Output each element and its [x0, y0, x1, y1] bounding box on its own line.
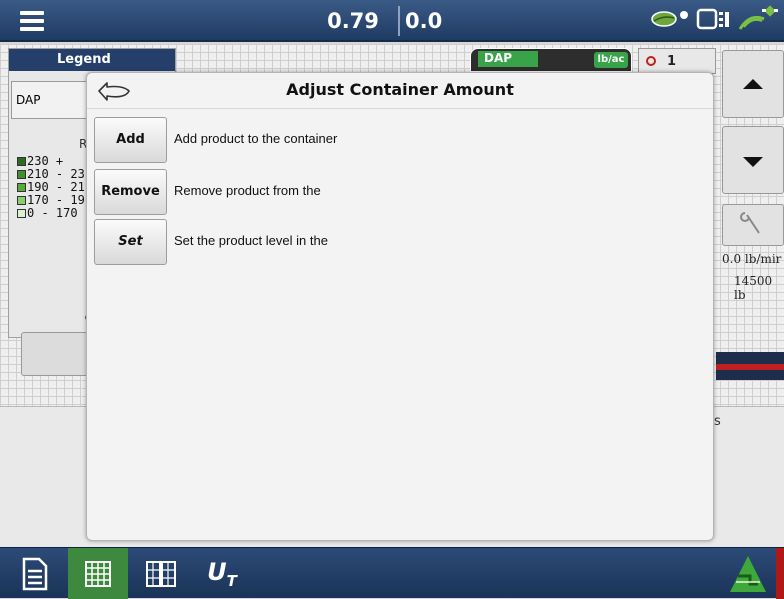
status-icons — [650, 5, 778, 37]
readout-divider — [398, 6, 400, 36]
field-button[interactable] — [722, 548, 774, 599]
remove-button[interactable]: Remove — [94, 169, 167, 215]
scroll-up-button[interactable] — [722, 50, 784, 118]
lower-panel-text: s — [714, 414, 721, 429]
split-view-button[interactable] — [132, 548, 190, 599]
document-icon — [22, 557, 48, 590]
legend-swatch — [17, 183, 26, 192]
split-grid-icon — [146, 560, 176, 587]
product-unit: lb/ac — [594, 52, 628, 68]
readout-secondary: 0.0 — [405, 9, 443, 33]
option-row-set: Set Set the product level in the — [94, 219, 694, 265]
ut-icon: UT — [207, 557, 237, 590]
gps-icon[interactable] — [738, 5, 778, 37]
option-row-remove: Remove Remove product from the — [94, 169, 694, 215]
arrow-up-icon — [743, 79, 763, 89]
settings-button[interactable] — [722, 204, 784, 246]
add-description: Add product to the container — [174, 131, 338, 146]
map-view-button[interactable] — [68, 548, 128, 599]
dialog-header: Adjust Container Amount — [87, 73, 713, 109]
adjust-container-dialog: Adjust Container Amount Add Add product … — [86, 72, 714, 541]
dialog-title: Adjust Container Amount — [286, 80, 514, 99]
alert-strip — [776, 548, 784, 599]
container-amount: 14500 lb — [734, 274, 773, 302]
field-icon — [730, 555, 766, 592]
screen-icon[interactable] — [696, 7, 732, 35]
legend-range-label: 0 - 170 — [27, 206, 78, 220]
alarm-icon — [646, 56, 656, 66]
universal-terminal-button[interactable]: UT — [194, 548, 250, 599]
menu-icon[interactable] — [6, 4, 60, 38]
bottom-bar: UT — [0, 547, 784, 599]
top-bar: 0.79 0.0 — [0, 0, 784, 42]
back-arrow-icon — [98, 82, 130, 101]
wrench-icon — [740, 212, 760, 234]
product-name: DAP — [478, 51, 538, 67]
add-button[interactable]: Add — [94, 117, 167, 163]
legend-swatch — [17, 157, 26, 166]
set-description: Set the product level in the — [174, 233, 328, 248]
option-row-add: Add Add product to the container — [94, 117, 694, 163]
legend-swatch — [17, 170, 26, 179]
arrow-down-icon — [743, 157, 763, 167]
back-button[interactable] — [91, 77, 137, 105]
remove-description: Remove product from the — [174, 183, 321, 198]
status-band-alert — [716, 364, 784, 370]
legend-header: Legend — [9, 49, 175, 71]
flow-rate: 0.0 lb/mir — [722, 252, 782, 266]
legend-product-selector[interactable]: DAP — [11, 81, 91, 119]
leaf-icon[interactable] — [650, 7, 690, 35]
set-button[interactable]: Set — [94, 219, 167, 265]
document-button[interactable] — [6, 548, 64, 599]
readout-primary: 0.79 — [327, 9, 379, 33]
legend-ranges: 230 + 210 - 23 190 - 21 170 - 19 0 - 170 — [17, 155, 85, 220]
grid-icon — [85, 560, 111, 587]
scroll-down-button[interactable] — [722, 126, 784, 194]
legend-swatch — [17, 196, 26, 205]
legend-swatch — [17, 209, 26, 218]
legend-range-row: 0 - 170 — [17, 207, 85, 220]
